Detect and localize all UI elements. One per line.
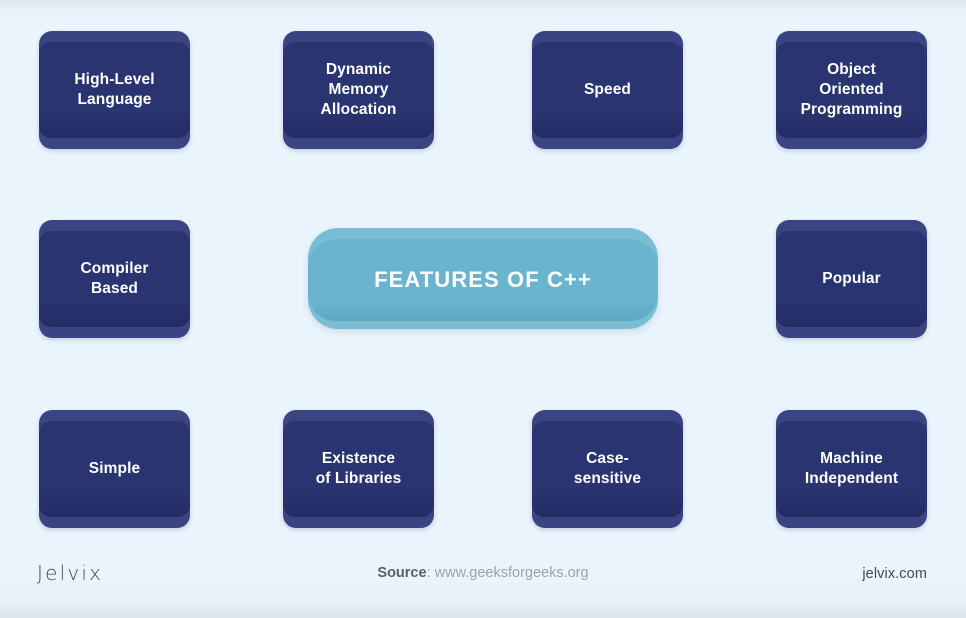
card-face: Speed bbox=[532, 42, 683, 138]
card-face: Popular bbox=[776, 231, 927, 327]
card-face: Simple bbox=[39, 421, 190, 517]
footer: Jelvix Source: www.geeksforgeeks.org jel… bbox=[0, 558, 966, 598]
card-face: Case- sensitive bbox=[532, 421, 683, 517]
feature-card-high-level-language[interactable]: High-Level Language bbox=[39, 31, 190, 149]
feature-card-label: Machine Independent bbox=[804, 450, 899, 487]
feature-card-label: Speed bbox=[583, 81, 631, 99]
card-face: High-Level Language bbox=[39, 42, 190, 138]
feature-card-label: Dynamic Memory Allocation bbox=[320, 61, 397, 118]
source-label: Source bbox=[377, 565, 427, 581]
feature-card-label: Object Oriented Programming bbox=[800, 61, 903, 118]
feature-card-label: Compiler Based bbox=[80, 260, 149, 297]
card-face: Existence of Libraries bbox=[283, 421, 434, 517]
card-face: Object Oriented Programming bbox=[776, 42, 927, 138]
card-face: Dynamic Memory Allocation bbox=[283, 42, 434, 138]
feature-card-simple[interactable]: Simple bbox=[39, 410, 190, 528]
source-separator: : bbox=[426, 565, 435, 581]
diagram-poster: High-Level Language Dynamic Memory Alloc… bbox=[0, 0, 966, 618]
feature-card-speed[interactable]: Speed bbox=[532, 31, 683, 149]
diagram-title: FEATURES OF C++ bbox=[374, 267, 592, 292]
card-face: Machine Independent bbox=[776, 421, 927, 517]
feature-card-label: High-Level Language bbox=[74, 71, 155, 108]
feature-card-compiler-based[interactable]: Compiler Based bbox=[39, 220, 190, 338]
source-attribution: Source: www.geeksforgeeks.org bbox=[0, 565, 966, 581]
feature-card-label: Simple bbox=[88, 460, 141, 478]
center-pill-face: FEATURES OF C++ bbox=[308, 239, 658, 321]
feature-card-dynamic-memory-allocation[interactable]: Dynamic Memory Allocation bbox=[283, 31, 434, 149]
card-face: Compiler Based bbox=[39, 231, 190, 327]
feature-card-label: Case- sensitive bbox=[573, 450, 642, 487]
feature-card-machine-independent[interactable]: Machine Independent bbox=[776, 410, 927, 528]
feature-card-object-oriented-programming[interactable]: Object Oriented Programming bbox=[776, 31, 927, 149]
feature-card-existence-of-libraries[interactable]: Existence of Libraries bbox=[283, 410, 434, 528]
source-url: www.geeksforgeeks.org bbox=[434, 565, 589, 581]
feature-card-popular[interactable]: Popular bbox=[776, 220, 927, 338]
feature-card-label: Existence of Libraries bbox=[315, 450, 402, 487]
feature-card-case-sensitive[interactable]: Case- sensitive bbox=[532, 410, 683, 528]
center-title-pill: FEATURES OF C++ bbox=[308, 228, 658, 329]
feature-card-label: Popular bbox=[822, 270, 881, 288]
site-url[interactable]: jelvix.com bbox=[862, 566, 927, 582]
